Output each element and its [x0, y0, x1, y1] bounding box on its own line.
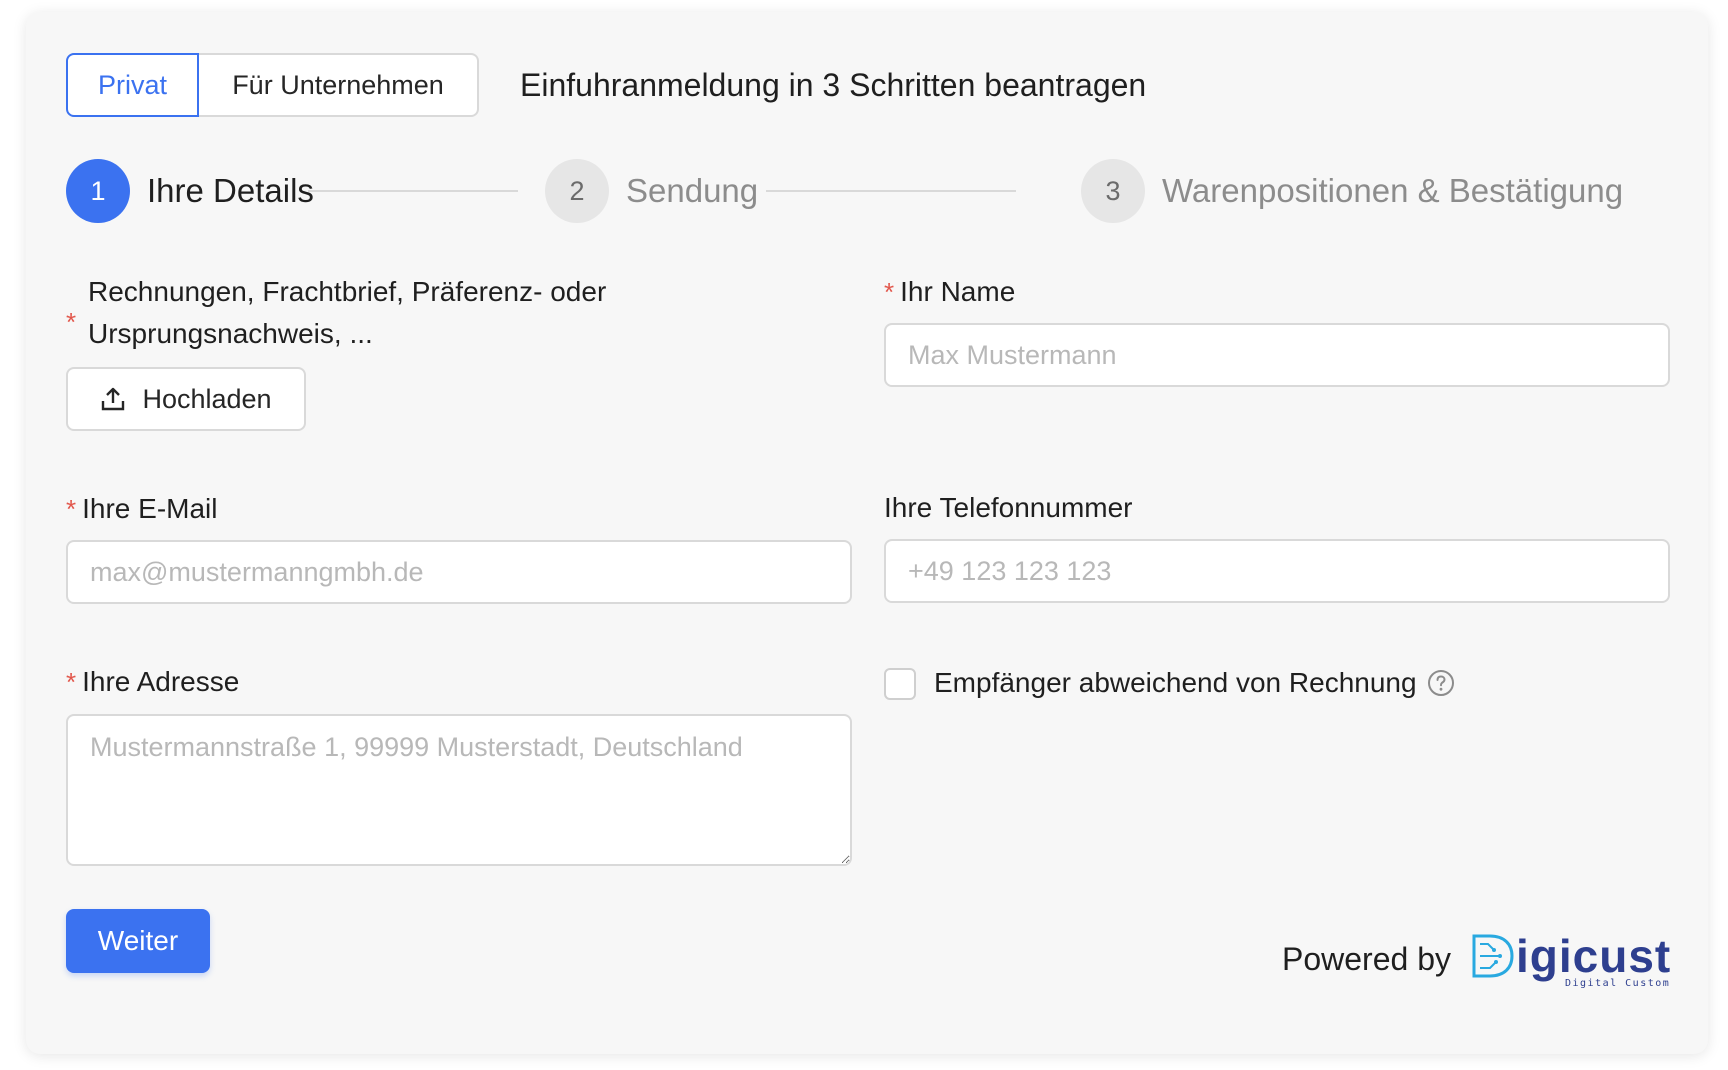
email-input[interactable]: [66, 540, 852, 604]
toggle-unternehmen[interactable]: Für Unternehmen: [199, 53, 479, 117]
address-label-text: Ihre Adresse: [82, 666, 240, 697]
step-connector-2: [766, 190, 1016, 192]
step-1-number: 1: [66, 159, 130, 223]
documents-label-line2: Ursprungsnachweis, ...: [88, 318, 373, 349]
step-3-label: Warenpositionen & Bestätigung: [1162, 172, 1624, 209]
recipient-differs-text: Empfänger abweichend von Rechnung: [934, 667, 1417, 698]
address-required-mark: *: [66, 667, 77, 697]
step-1-label: Ihre Details: [147, 172, 314, 209]
step-1: 1 Ihre Details: [66, 159, 314, 223]
phone-label: Ihre Telefonnummer: [884, 492, 1133, 523]
step-2-label: Sendung: [626, 172, 759, 209]
powered-by-text: Powered by: [1282, 941, 1451, 977]
question-circle-icon[interactable]: [1427, 669, 1455, 697]
digicust-logo[interactable]: igicust Digital Customs: [1470, 928, 1676, 989]
step-3: 3 Warenpositionen & Bestätigung: [1081, 159, 1623, 223]
step-3-number: 3: [1081, 159, 1145, 223]
name-label: * Ihr Name: [884, 276, 1015, 308]
step-2: 2 Sendung: [545, 159, 758, 223]
upload-button-label: Hochladen: [142, 383, 272, 414]
form-card: Privat Für Unternehmen Einfuhranmeldung …: [26, 12, 1708, 1054]
svg-text:igicust: igicust: [1516, 930, 1670, 982]
name-required-mark: *: [884, 277, 895, 307]
email-label-text: Ihre E-Mail: [82, 493, 218, 524]
recipient-differs-checkbox[interactable]: [884, 668, 916, 700]
email-label: * Ihre E-Mail: [66, 493, 218, 525]
documents-required-mark: *: [66, 307, 77, 337]
address-label: * Ihre Adresse: [66, 666, 239, 698]
phone-input[interactable]: [884, 539, 1670, 603]
page-title: Einfuhranmeldung in 3 Schritten beantrag…: [520, 67, 1147, 103]
email-required-mark: *: [66, 494, 77, 524]
upload-icon: [102, 387, 125, 411]
weiter-button[interactable]: Weiter: [66, 909, 210, 973]
customer-type-toggle: Privat Für Unternehmen: [66, 53, 479, 117]
recipient-differs-label: Empfänger abweichend von Rechnung: [934, 667, 1455, 699]
upload-button[interactable]: Hochladen: [66, 367, 306, 431]
name-label-text: Ihr Name: [900, 276, 1016, 307]
name-input[interactable]: [884, 323, 1670, 387]
svg-text:Digital Customs: Digital Customs: [1565, 978, 1670, 988]
address-textarea[interactable]: [66, 714, 852, 866]
toggle-privat[interactable]: Privat: [66, 53, 199, 117]
step-connector-1: [308, 190, 518, 192]
step-2-number: 2: [545, 159, 609, 223]
documents-label-line1: Rechnungen, Frachtbrief, Präferenz- oder: [88, 276, 607, 307]
